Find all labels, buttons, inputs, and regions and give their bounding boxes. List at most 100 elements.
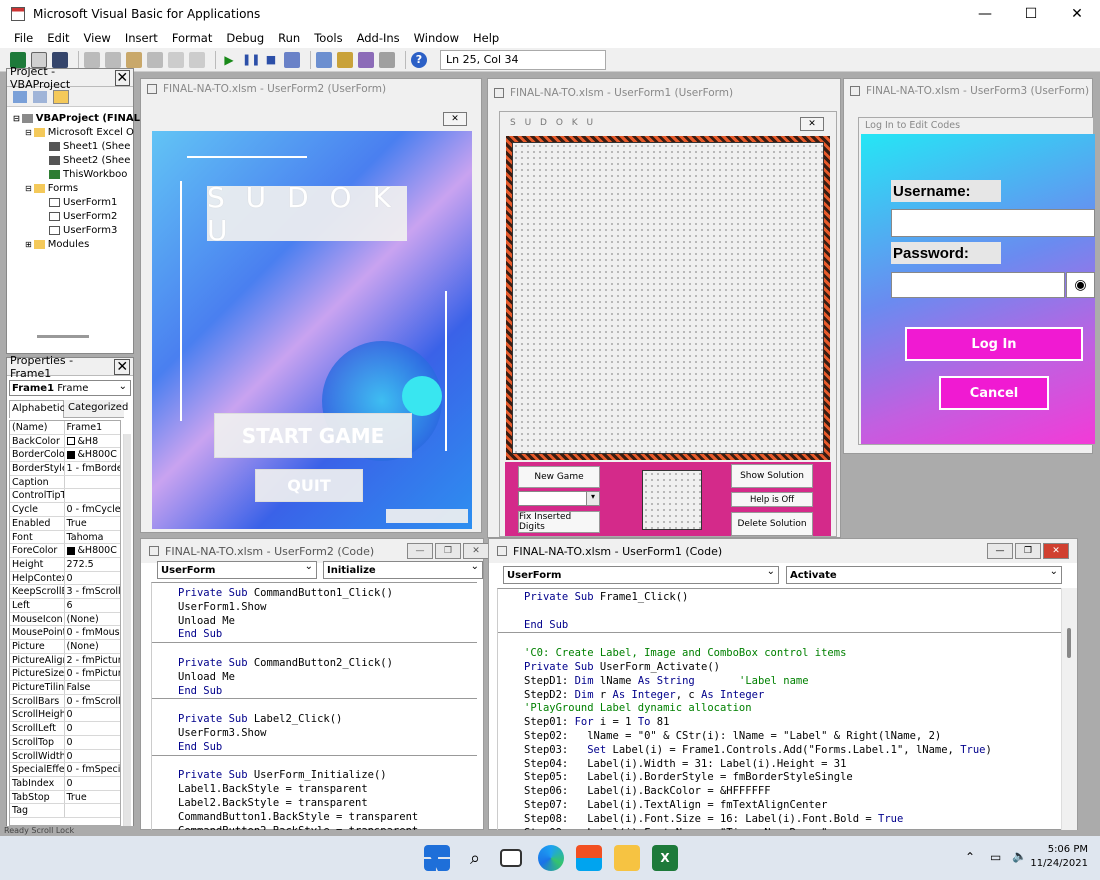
tree-item-forms[interactable]: ⊟ Forms [25,183,78,194]
show-password-eye-icon[interactable]: ◉ [1066,272,1095,298]
property-row[interactable]: Font Tahoma [10,530,120,545]
tree-item-sheet2[interactable]: Sheet2 (Shee [49,155,130,166]
tree-item-modules[interactable]: ⊞ Modules [25,239,89,250]
sudoku-title-label[interactable]: S U D O K U [207,181,407,247]
code-line[interactable]: StepD2: Dim r As Integer, c As Integer [524,689,1064,703]
property-row[interactable]: ScrollBars 0 - fmScroll [10,694,120,709]
property-row[interactable]: PictureAlignm2 - fmPictur [10,653,120,668]
property-row[interactable]: ScrollHeight 0 [10,708,120,723]
code-line[interactable]: Step07: Label(i).TextAlign = fmTextAlign… [524,799,1064,813]
code-line[interactable] [524,633,1064,647]
horizontal-scrollbar[interactable] [37,335,89,338]
menu-debug[interactable]: Debug [226,31,264,45]
code-line[interactable]: Private Sub Frame1_Click() [524,591,1064,605]
property-row[interactable]: PictureSizeM0 - fmPictur [10,667,120,682]
property-value[interactable]: 272.5 [65,558,120,571]
menu-insert[interactable]: Insert [125,31,158,45]
property-value[interactable]: &H800C [65,448,120,461]
userform1-close-icon[interactable]: ✕ [800,117,824,131]
start-windows-icon[interactable] [424,845,450,871]
properties-icon[interactable] [337,51,353,68]
property-value[interactable]: 0 - fmMous [65,626,120,639]
property-row[interactable]: Cycle 0 - fmCycle [10,503,120,517]
code2-close-button[interactable]: ✕ [463,543,489,559]
system-clock[interactable]: 5:06 PM 11/24/2021 [1030,843,1088,871]
quit-button[interactable]: QUIT [255,469,363,502]
object-selector[interactable]: Frame1 Frame ⌄ [9,380,131,396]
code-line[interactable]: End Sub [178,685,477,699]
menu-help[interactable]: Help [473,31,499,45]
code1-restore-button[interactable]: ❐ [1015,543,1041,559]
redo-icon[interactable] [189,51,205,68]
code-line[interactable]: Private Sub UserForm_Initialize() [178,769,477,783]
login-link-label[interactable] [386,509,468,523]
property-row[interactable]: ScrollTop 0 [10,735,120,750]
code-line[interactable]: Step02: lName = "0" & CStr(i): lName = "… [524,730,1064,744]
property-value[interactable]: 3 - fmScroll [65,585,120,598]
code-line[interactable]: CommandButton2.BackStyle = transparent [178,825,477,830]
property-value[interactable] [65,804,120,817]
help-icon[interactable]: ? [411,51,427,68]
property-row[interactable]: PictureTiling False [10,681,120,695]
project-explorer-icon[interactable] [316,51,332,68]
code-line[interactable]: Private Sub UserForm_Activate() [524,661,1064,675]
property-row[interactable]: Tag [10,804,120,818]
code-line[interactable]: Step05: Label(i).BorderStyle = fmBorderS… [524,771,1064,785]
code-line[interactable]: Step09: Label(i).Font.Name = "Times New … [524,827,1064,830]
code-line[interactable]: StepD1: Dim lName As String 'Label name [524,675,1064,689]
username-field[interactable] [891,209,1095,237]
property-value[interactable]: &H8 [65,435,120,448]
edge-browser-icon[interactable] [538,845,564,871]
property-row[interactable]: BorderStyle 1 - fmBorde [10,462,120,476]
tab-categorized[interactable]: Categorized [64,400,128,418]
frame1-selection-border[interactable] [506,136,830,460]
property-row[interactable]: Picture (None) [10,640,120,654]
monitor-icon[interactable]: ▭ [990,850,1001,864]
code1-minimize-button[interactable]: — [987,543,1013,559]
find-icon[interactable] [147,51,163,68]
speaker-icon[interactable]: 🔈 [1012,849,1027,863]
frame1-playground[interactable] [512,142,824,454]
property-row[interactable]: TabStop True [10,790,120,805]
property-value[interactable]: 0 - fmScroll [65,695,120,708]
file-explorer-icon[interactable] [614,845,640,871]
code1-close-button[interactable]: ✕ [1043,543,1069,559]
new-game-button[interactable]: New Game [518,466,600,488]
help-toggle-button[interactable]: Help is Off [731,492,813,507]
view-code-icon[interactable] [13,90,27,103]
code2-restore-button[interactable]: ❐ [435,543,461,559]
property-value[interactable]: 0 [65,777,120,790]
code-line[interactable]: UserForm3.Show [178,727,477,741]
design-mode-icon[interactable] [284,51,300,68]
property-value[interactable] [65,489,120,502]
property-row[interactable]: (Name) Frame1 [10,421,120,435]
property-value[interactable]: 6 [65,599,120,612]
property-value[interactable]: &H800C [65,544,120,557]
show-solution-button[interactable]: Show Solution [731,464,813,488]
property-value[interactable] [65,476,120,489]
code2-procedure-combo[interactable]: Initialize [323,561,483,579]
store-icon[interactable] [576,845,602,871]
code1-procedure-combo[interactable]: Activate [786,566,1062,584]
property-row[interactable]: KeepScrollBa3 - fmScroll [10,585,120,599]
reset-icon[interactable]: ■ [263,52,279,68]
property-row[interactable]: MouseIcon (None) [10,612,120,627]
property-row[interactable]: ControlTipTe [10,489,120,504]
property-value[interactable]: (None) [65,640,120,653]
run-icon[interactable]: ▶ [221,52,237,68]
property-row[interactable]: BorderColor &H800C [10,448,120,463]
property-value[interactable]: 0 - fmPictur [65,667,120,680]
level-combobox[interactable]: ▾ [518,491,600,506]
code-line[interactable]: 'PlayGround Label dynamic allocation [524,702,1064,716]
menu-run[interactable]: Run [278,31,300,45]
maximize-button[interactable]: ☐ [1008,0,1054,27]
title-bar[interactable]: Microsoft Visual Basic for Applications … [0,0,1100,27]
code-line[interactable]: Label1.BackStyle = transparent [178,783,477,797]
property-value[interactable]: 0 [65,750,120,763]
menu-view[interactable]: View [84,31,111,45]
digit-preview-frame[interactable] [642,470,702,530]
code-line[interactable]: Step04: Label(i).Width = 31: Label(i).He… [524,758,1064,772]
property-row[interactable]: HelpContextI0 [10,571,120,586]
code-line[interactable] [524,605,1064,619]
property-value[interactable]: (None) [65,613,120,626]
